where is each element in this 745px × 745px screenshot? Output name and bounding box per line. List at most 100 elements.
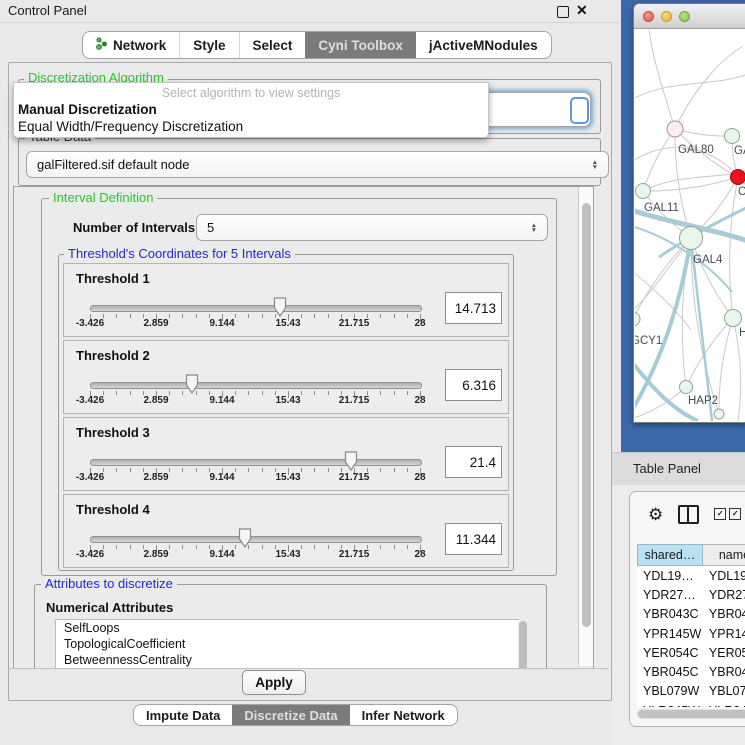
- table-row[interactable]: YER054CYER054C: [637, 643, 745, 662]
- threshold-label: Threshold 1: [76, 271, 150, 286]
- algorithm-dropdown-popup: Select algorithm to view settings Manual…: [13, 82, 489, 138]
- network-node[interactable]: [680, 227, 703, 250]
- dropdown-option-manual-discretization[interactable]: Manual Discretization: [18, 102, 157, 117]
- network-edge[interactable]: [635, 74, 745, 100]
- threshold-label: Threshold 3: [76, 425, 150, 440]
- network-edge[interactable]: [649, 30, 675, 129]
- network-edge[interactable]: [691, 238, 733, 318]
- tab-label: Cyni Toolbox: [318, 38, 403, 53]
- checkbox-checked-icon[interactable]: ✓: [714, 508, 726, 520]
- tab-network[interactable]: Network: [83, 32, 179, 58]
- slider-thumb[interactable]: [238, 528, 252, 548]
- network-node[interactable]: [714, 409, 724, 419]
- network-node[interactable]: [636, 184, 651, 199]
- tab-label: Infer Network: [362, 708, 445, 723]
- tab-jactivemnodules[interactable]: jActiveMNodules: [416, 32, 551, 58]
- attributes-list-scrollbar[interactable]: [518, 620, 528, 669]
- table-hscrollbar[interactable]: [637, 709, 745, 719]
- network-edge[interactable]: [643, 177, 738, 191]
- network-edge[interactable]: [719, 318, 733, 414]
- network-edge[interactable]: [675, 46, 743, 129]
- cell-name: YLR345W: [703, 701, 745, 707]
- network-edge[interactable]: [675, 129, 732, 136]
- threshold-label: Threshold 4: [76, 502, 150, 517]
- slider-tick-label: 15.43: [265, 318, 311, 329]
- zoom-traffic-light-icon[interactable]: [679, 11, 690, 22]
- slider-tick-label: 9.144: [199, 395, 245, 406]
- slider-track[interactable]: [90, 382, 422, 389]
- network-node[interactable]: [725, 310, 742, 327]
- attribute-list-item[interactable]: BetweennessCentrality: [56, 652, 518, 668]
- slider-track[interactable]: [90, 305, 422, 312]
- tab-cyni-toolbox[interactable]: Cyni Toolbox: [305, 32, 416, 58]
- table-row[interactable]: YDR27…YDR27…: [637, 585, 745, 604]
- apply-button[interactable]: Apply: [242, 670, 306, 695]
- tab-style[interactable]: Style: [179, 32, 238, 58]
- network-thick-edge[interactable]: [659, 207, 745, 257]
- slider-track[interactable]: [90, 536, 422, 543]
- threshold-panel: Threshold 3-3.4262.8599.14415.4321.71528…: [63, 417, 509, 491]
- slider-thumb[interactable]: [185, 374, 199, 394]
- network-node[interactable]: [731, 170, 745, 185]
- slider-tick-label: 28: [397, 549, 443, 560]
- table-row[interactable]: YBR045CYBR045C: [637, 662, 745, 681]
- tab-impute-data[interactable]: Impute Data: [134, 705, 232, 725]
- threshold-value-field[interactable]: 14.713: [445, 292, 502, 324]
- slider-tick: [314, 391, 315, 395]
- attributes-group-title: Attributes to discretize: [41, 577, 177, 591]
- table-hscrollbar-thumb[interactable]: [638, 710, 745, 718]
- dropdown-option-equal-width-frequency[interactable]: Equal Width/Frequency Discretization: [18, 119, 243, 134]
- cell-shared-name: YBR045C: [637, 662, 703, 681]
- table-data-combobox[interactable]: galFiltered.sif default node ▲▼: [26, 151, 609, 178]
- panel-scrollbar[interactable]: [578, 187, 593, 666]
- close-icon[interactable]: ✕: [576, 2, 588, 19]
- slider-tick-label: 21.715: [331, 549, 377, 560]
- network-edge[interactable]: [686, 318, 733, 387]
- network-node[interactable]: [667, 121, 683, 137]
- network-window-titlebar[interactable]: [634, 4, 745, 29]
- network-node[interactable]: [635, 312, 640, 326]
- table-panel-title: Table Panel: [633, 461, 701, 476]
- checkbox-checked-icon[interactable]: ✓: [729, 508, 741, 520]
- table-row[interactable]: YLR345WYLR345W: [637, 701, 745, 707]
- algorithm-combobox-arrows[interactable]: [570, 97, 589, 124]
- threshold-value-field[interactable]: 11.344: [445, 523, 502, 555]
- threshold-value-field[interactable]: 21.4: [445, 446, 502, 478]
- attribute-list-item[interactable]: TopologicalCoefficient: [56, 636, 518, 652]
- minimize-traffic-light-icon[interactable]: [661, 11, 672, 22]
- panel-scrollbar-thumb[interactable]: [582, 203, 591, 627]
- slider-tick-label: 21.715: [331, 472, 377, 483]
- slider-tick: [182, 391, 183, 395]
- num-intervals-combobox[interactable]: 5 ▲▼: [196, 214, 548, 241]
- attributes-list[interactable]: SelfLoopsTopologicalCoefficientBetweenne…: [55, 619, 519, 669]
- table-row[interactable]: YBL079WYBL079W: [637, 682, 745, 701]
- float-window-icon[interactable]: [557, 6, 569, 18]
- network-node[interactable]: [725, 129, 740, 144]
- slider-tick: [394, 314, 395, 318]
- network-edge[interactable]: [730, 177, 738, 318]
- close-traffic-light-icon[interactable]: [643, 11, 654, 22]
- table-row[interactable]: YPR145WYPR145W: [637, 624, 745, 643]
- slider-track[interactable]: [90, 459, 422, 466]
- table-row[interactable]: YDL19…YDL19…: [637, 566, 745, 585]
- table-row[interactable]: YBR043CYBR043C: [637, 605, 745, 624]
- column-header-name[interactable]: name: [703, 544, 745, 566]
- slider-tick: [394, 468, 395, 472]
- gear-icon[interactable]: ⚙: [648, 506, 663, 523]
- table-panel-area: ⚙ ✓ ✓ shared… name YDL19…YDL19…YDR27…YDR…: [612, 485, 745, 745]
- network-window-frame: GAL80GACGAL11GAL4GCY1HHAP2: [621, 0, 745, 452]
- slider-thumb[interactable]: [344, 451, 358, 471]
- network-node-label: C: [738, 186, 745, 198]
- network-canvas[interactable]: GAL80GACGAL11GAL4GCY1HHAP2: [635, 30, 745, 421]
- tab-infer-network[interactable]: Infer Network: [350, 705, 457, 725]
- threshold-panel: Threshold 4-3.4262.8599.14415.4321.71528…: [63, 494, 509, 568]
- threshold-value-field[interactable]: 6.316: [445, 369, 502, 401]
- tab-discretize-data[interactable]: Discretize Data: [232, 705, 349, 725]
- column-header-shared-name[interactable]: shared…: [637, 544, 703, 566]
- tab-select[interactable]: Select: [239, 32, 306, 58]
- attribute-list-item[interactable]: SelfLoops: [56, 620, 518, 636]
- slider-thumb[interactable]: [273, 297, 287, 317]
- slider-tick-label: 28: [397, 395, 443, 406]
- split-view-icon[interactable]: [678, 505, 699, 524]
- network-node[interactable]: [680, 381, 693, 394]
